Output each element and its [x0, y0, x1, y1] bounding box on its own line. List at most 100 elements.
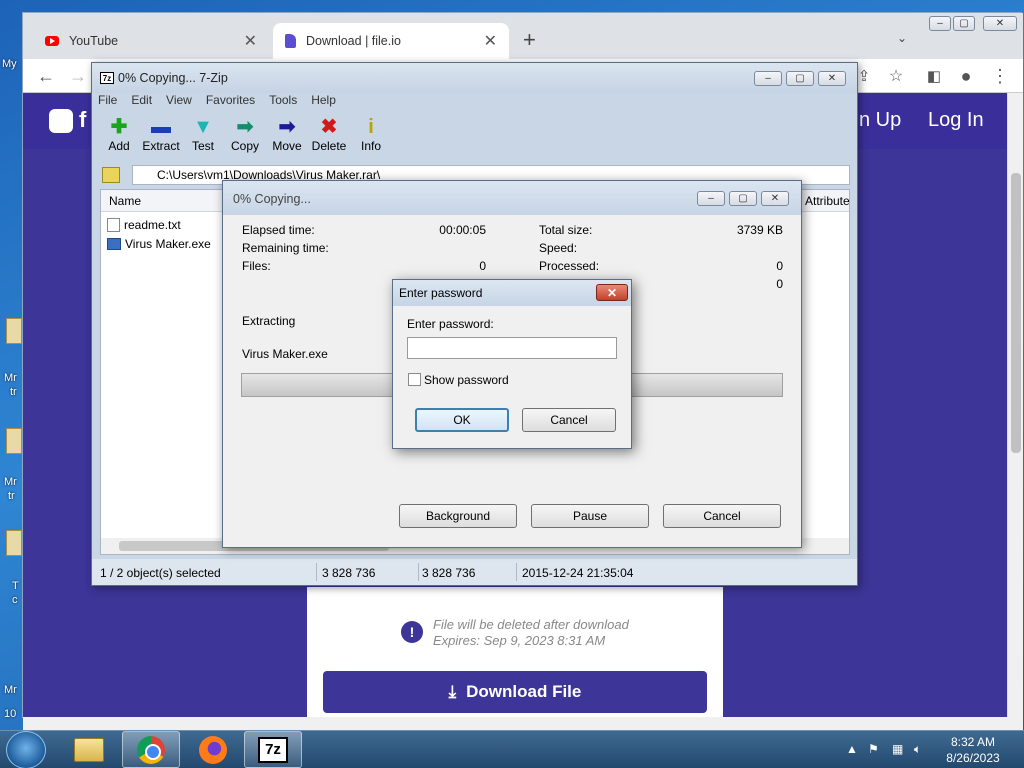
list-item[interactable]: Virus Maker.exe	[107, 235, 211, 253]
close-icon[interactable]: ✕	[596, 284, 628, 301]
close-icon[interactable]: ✕	[818, 71, 846, 86]
tab-strip: YouTube ✕ Download | file.io ✕ + ⌄ – ▢ ✕	[23, 13, 1023, 59]
action-center-icon[interactable]: ⚑	[868, 742, 879, 756]
minimize-icon[interactable]: –	[754, 71, 782, 86]
taskbar-explorer[interactable]	[60, 731, 118, 768]
sevenzip-icon: 7z	[258, 736, 288, 763]
deletion-notice: File will be deleted after download	[433, 617, 629, 632]
minimize-icon[interactable]: –	[697, 191, 725, 206]
pause-button[interactable]: Pause	[531, 504, 649, 528]
total-size-label: Total size:	[539, 223, 593, 237]
menu-favorites[interactable]: Favorites	[206, 93, 255, 111]
password-dialog: Enter password ✕ Enter password: Show pa…	[392, 279, 632, 449]
desktop-file-icon[interactable]	[6, 318, 22, 344]
show-password-checkbox[interactable]	[408, 373, 421, 386]
download-button-label: Download File	[466, 682, 582, 701]
delete-button[interactable]: ✖ Delete	[308, 115, 350, 161]
network-icon[interactable]: ▦	[892, 742, 903, 756]
test-icon: ▼	[193, 116, 213, 138]
show-password-label[interactable]: Show password	[424, 373, 509, 387]
youtube-icon	[45, 36, 59, 46]
horizontal-scrollbar[interactable]	[23, 717, 1023, 731]
forward-icon[interactable]: →	[67, 65, 89, 87]
compressed-value: 0	[776, 277, 783, 291]
tool-label: Copy	[230, 139, 259, 153]
background-button[interactable]: Background	[399, 504, 517, 528]
volume-icon[interactable]: 🔈︎	[914, 742, 921, 757]
fileio-logo[interactable]	[49, 109, 73, 133]
copying-titlebar[interactable]: 0% Copying... – ▢ ✕	[223, 181, 801, 215]
logo-text[interactable]: f	[79, 107, 86, 133]
info-button[interactable]: i Info	[350, 115, 392, 161]
download-file-button[interactable]: ⤓ Download File	[323, 671, 707, 713]
menu-edit[interactable]: Edit	[131, 93, 152, 111]
tool-label: Test	[191, 139, 214, 153]
new-tab-button[interactable]: +	[523, 27, 536, 53]
action-label: Extracting	[242, 314, 296, 328]
taskbar-firefox[interactable]	[184, 731, 242, 768]
delete-icon: ✖	[320, 116, 338, 138]
menu-tools[interactable]: Tools	[269, 93, 297, 111]
list-item[interactable]: readme.txt	[107, 216, 181, 234]
password-input[interactable]	[407, 337, 617, 359]
tab-fileio[interactable]: Download | file.io ✕	[273, 23, 509, 59]
cancel-button[interactable]: Cancel	[522, 408, 616, 432]
move-button[interactable]: ➡ Move	[266, 115, 308, 161]
tool-label: Delete	[311, 139, 347, 153]
column-attributes[interactable]: Attribute	[805, 194, 850, 208]
exe-file-icon	[107, 238, 121, 250]
desktop-file-icon[interactable]	[6, 530, 22, 556]
add-button[interactable]: ✚ Add	[98, 115, 140, 161]
minimize-icon[interactable]: –	[929, 16, 951, 31]
expiry-notice: Expires: Sep 9, 2023 8:31 AM	[433, 633, 606, 648]
firefox-icon	[199, 735, 227, 764]
sevenzip-titlebar[interactable]: 7z 0% Copying... 7-Zip – ▢ ✕	[92, 63, 857, 93]
column-name[interactable]: Name	[109, 194, 141, 208]
maximize-icon[interactable]: ▢	[786, 71, 814, 86]
folder-up-icon[interactable]	[102, 167, 120, 183]
copy-icon: ➡	[236, 116, 254, 138]
bookmark-star-icon[interactable]: ☆	[885, 65, 907, 87]
info-icon: i	[368, 116, 374, 138]
copy-button[interactable]: ➡ Copy	[224, 115, 266, 161]
menu-file[interactable]: File	[98, 93, 117, 111]
close-icon[interactable]: ✕	[983, 16, 1017, 31]
extract-button[interactable]: ▬ Extract	[140, 115, 182, 161]
scroll-thumb[interactable]	[1011, 173, 1021, 453]
maximize-icon[interactable]: ▢	[729, 191, 757, 206]
menu-help[interactable]: Help	[311, 93, 336, 111]
back-icon[interactable]: ←	[35, 65, 57, 87]
close-tab-icon[interactable]: ✕	[484, 31, 497, 51]
cancel-button[interactable]: Cancel	[663, 504, 781, 528]
tab-search-icon[interactable]: ⌄	[897, 31, 907, 45]
speed-label: Speed:	[539, 241, 578, 255]
password-titlebar[interactable]: Enter password ✕	[393, 280, 631, 306]
add-icon: ✚	[110, 116, 128, 138]
profile-icon[interactable]: ●	[955, 65, 977, 87]
side-panel-icon[interactable]: ◧	[923, 65, 945, 87]
start-button[interactable]	[6, 731, 46, 768]
close-icon[interactable]: ✕	[761, 191, 789, 206]
ok-button[interactable]: OK	[415, 408, 509, 432]
taskbar-chrome[interactable]	[122, 731, 180, 768]
log-in-link[interactable]: Log In	[928, 109, 984, 132]
file-name: Virus Maker.exe	[125, 237, 211, 251]
maximize-icon[interactable]: ▢	[953, 16, 975, 31]
remaining-label: Remaining time:	[242, 241, 329, 255]
test-button[interactable]: ▼ Test	[182, 115, 224, 161]
show-hidden-icons[interactable]: ▲	[846, 742, 858, 756]
elapsed-value: 00:00:05	[439, 223, 486, 237]
menu-view[interactable]: View	[166, 93, 192, 111]
menu-dots-icon[interactable]: ⋮	[989, 65, 1011, 87]
download-icon: ⤓	[448, 682, 457, 701]
page-scrollbar[interactable]	[1007, 93, 1023, 717]
system-clock[interactable]: 8:32 AM 8/26/2023	[930, 734, 1016, 766]
taskbar-sevenzip[interactable]: 7z	[244, 731, 302, 768]
desktop-file-icon[interactable]	[6, 428, 22, 454]
tool-label: Extract	[142, 139, 180, 153]
sign-up-link[interactable]: n Up	[859, 109, 901, 132]
download-card: ! File will be deleted after download Ex…	[307, 587, 723, 719]
tab-youtube[interactable]: YouTube ✕	[33, 23, 269, 59]
desktop-icon-label[interactable]: My	[2, 58, 24, 70]
close-tab-icon[interactable]: ✕	[244, 31, 257, 51]
